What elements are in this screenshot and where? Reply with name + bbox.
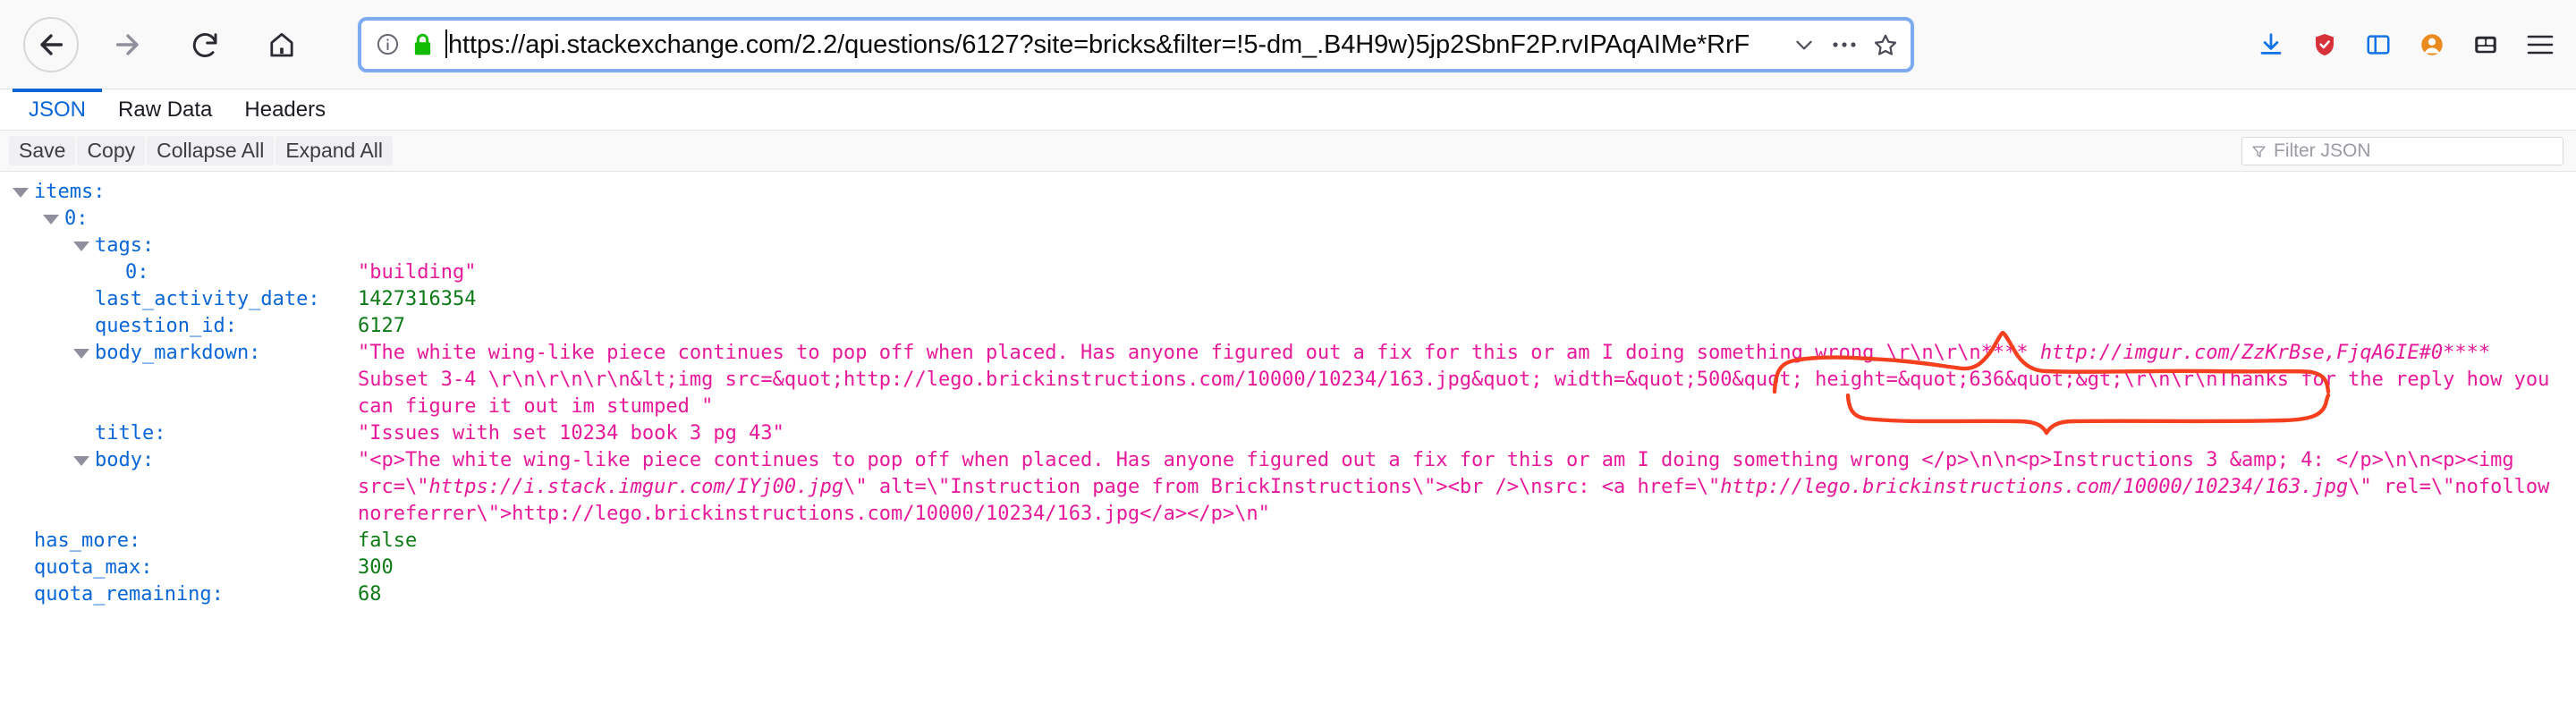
json-value: 1427316354 (358, 288, 477, 310)
json-row-tags[interactable]: tags: (0, 233, 2576, 259)
tab-raw-data-label: Raw Data (118, 97, 213, 122)
text-caret (445, 29, 447, 58)
twisty-icon[interactable] (73, 456, 89, 466)
json-key: items: (34, 181, 106, 203)
json-row-title[interactable]: title: "Issues with set 10234 book 3 pg … (0, 420, 2576, 447)
funnel-icon (2251, 144, 2267, 159)
sidebar-icon[interactable] (2365, 31, 2392, 58)
json-value: 68 (358, 583, 382, 606)
json-key: last_activity_date: (95, 288, 320, 310)
json-row-has-more[interactable]: has_more: false (0, 528, 2576, 555)
body-markdown-url: http://imgur.com/ZzKrBse,FjqA6IE#0 (2039, 342, 2444, 364)
json-row-quota-max[interactable]: quota_max: 300 (0, 555, 2576, 581)
url-value: https://api.stackexchange.com/2.2/questi… (448, 30, 1750, 59)
body-markdown-part-1: "The white wing-like piece continues to … (358, 342, 2040, 364)
chevron-down-icon[interactable] (1792, 33, 1816, 56)
home-button[interactable] (254, 17, 309, 72)
menu-icon[interactable] (2526, 33, 2555, 56)
forward-arrow-icon (113, 30, 143, 60)
container-icon[interactable] (2419, 31, 2445, 58)
body-url-1: https://i.stack.imgur.com/IYj00.jpg (428, 476, 844, 498)
json-row-last-activity-date[interactable]: last_activity_date: 1427316354 (0, 286, 2576, 313)
json-tree: items: 0: tags: 0: "building" last_activ… (0, 172, 2576, 608)
json-value: false (358, 529, 418, 552)
json-value: "building" (358, 261, 477, 284)
twisty-icon[interactable] (73, 349, 89, 359)
back-arrow-icon (36, 30, 66, 60)
padlock-icon[interactable] (411, 32, 434, 57)
screenshot-icon[interactable] (2472, 31, 2499, 58)
toolbar-right-icons (2258, 0, 2555, 89)
tab-json[interactable]: JSON (13, 89, 103, 130)
save-button[interactable]: Save (9, 136, 76, 165)
twisty-icon[interactable] (13, 188, 29, 198)
json-value: "The white wing-like piece continues to … (358, 342, 2562, 418)
json-key: quota_remaining: (34, 583, 224, 606)
json-key: has_more: (34, 529, 141, 552)
tab-raw-data[interactable]: Raw Data (102, 89, 228, 130)
json-value: 300 (358, 556, 394, 579)
json-key: 0: (64, 208, 89, 230)
tab-headers[interactable]: Headers (228, 89, 342, 130)
url-input[interactable]: https://api.stackexchange.com/2.2/questi… (445, 17, 1772, 72)
copy-button[interactable]: Copy (77, 136, 146, 165)
twisty-icon[interactable] (43, 215, 59, 224)
back-button[interactable] (23, 16, 79, 72)
collapse-all-button[interactable]: Collapse All (147, 136, 275, 165)
json-key: quota_max: (34, 556, 153, 579)
viewer-toolbar: Save Copy Collapse All Expand All Filter… (0, 131, 2576, 172)
json-value: "Issues with set 10234 book 3 pg 43" (358, 422, 784, 445)
json-row-items[interactable]: items: (0, 179, 2576, 206)
json-key: body_markdown: (95, 342, 261, 364)
json-row-question-id[interactable]: question_id: 6127 (0, 313, 2576, 340)
filter-json-container[interactable]: Filter JSON (2241, 137, 2563, 165)
body-url-2: http://lego.brickinstructions.com/10000/… (1720, 476, 2349, 498)
browser-chrome: https://api.stackexchange.com/2.2/questi… (0, 0, 2576, 89)
navigation-buttons (23, 16, 309, 72)
downloads-icon[interactable] (2258, 31, 2284, 58)
twisty-icon[interactable] (73, 241, 89, 251)
ellipsis-icon[interactable] (1832, 40, 1857, 49)
json-row-tag-0[interactable]: 0: "building" (0, 259, 2576, 286)
body-part-2: \" alt=\"Instruction page from BrickInst… (843, 476, 1721, 498)
address-bar-actions (1784, 32, 1898, 57)
shield-icon[interactable] (2311, 31, 2338, 58)
json-key: body: (95, 449, 155, 471)
expand-all-button[interactable]: Expand All (275, 136, 394, 165)
json-value: "<p>The white wing-like piece continues … (358, 449, 2562, 525)
json-row-item-0[interactable]: 0: (0, 206, 2576, 233)
info-icon[interactable] (376, 32, 400, 56)
json-row-body-markdown[interactable]: body_markdown: "The white wing-like piec… (0, 340, 2576, 420)
tab-json-label: JSON (29, 97, 87, 122)
address-bar-container: https://api.stackexchange.com/2.2/questi… (358, 16, 1914, 72)
json-row-quota-remaining[interactable]: quota_remaining: 68 (0, 581, 2576, 608)
json-row-body[interactable]: body: "<p>The white wing-like piece cont… (0, 447, 2576, 528)
star-icon[interactable] (1873, 32, 1898, 57)
forward-button[interactable] (100, 17, 156, 72)
reload-icon (191, 30, 219, 59)
home-icon (267, 30, 296, 59)
json-key: tags: (95, 234, 155, 257)
json-key: question_id: (95, 315, 237, 337)
json-key: title: (95, 422, 166, 445)
filter-json-input[interactable]: Filter JSON (2274, 140, 2371, 162)
json-key: 0: (125, 261, 149, 284)
address-bar[interactable]: https://api.stackexchange.com/2.2/questi… (358, 16, 1914, 72)
json-value: 6127 (358, 315, 405, 337)
tab-headers-label: Headers (244, 97, 326, 122)
reload-button[interactable] (177, 17, 233, 72)
viewer-tabs: JSON Raw Data Headers (0, 89, 2576, 131)
